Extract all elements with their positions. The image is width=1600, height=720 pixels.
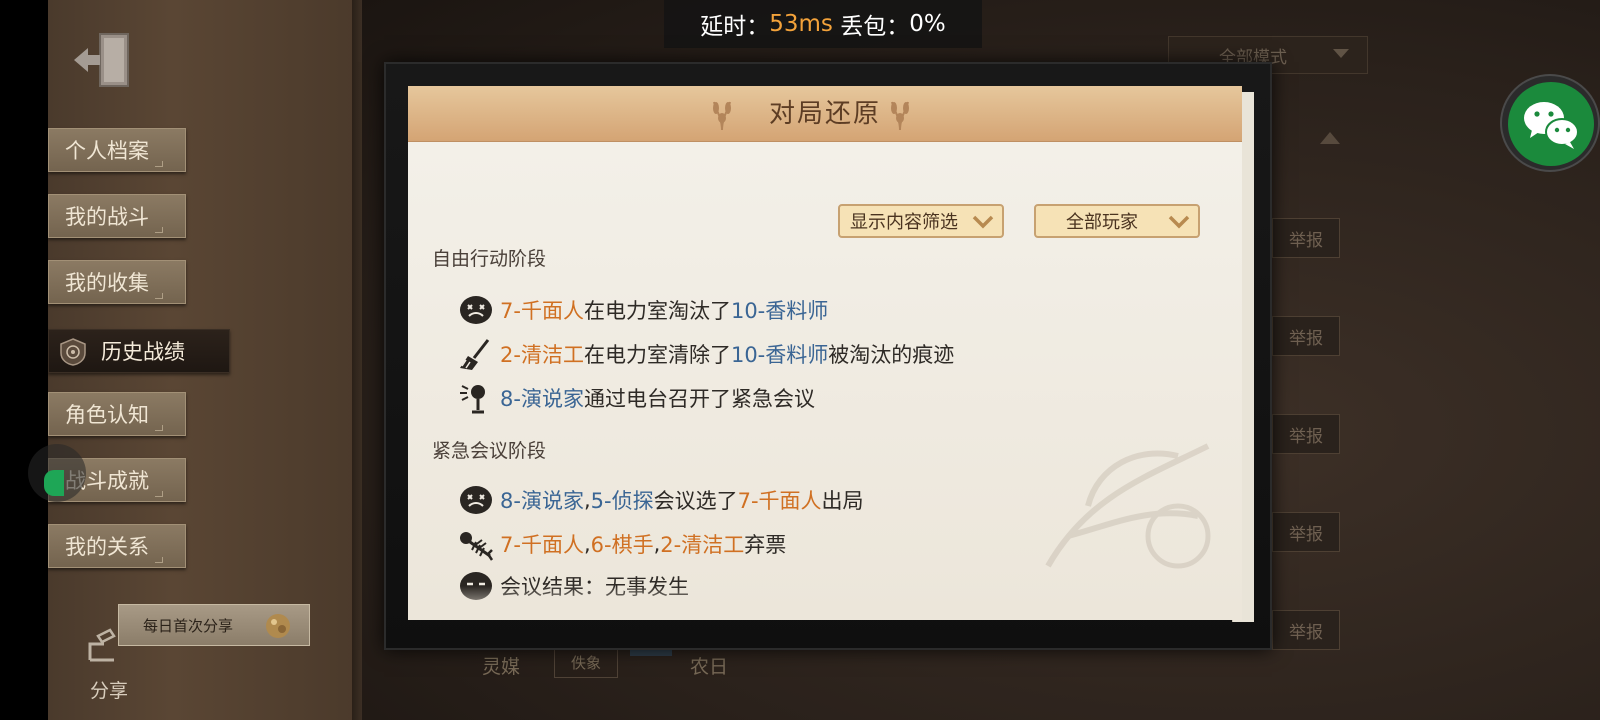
event-text: 出局 xyxy=(821,489,864,513)
wechat-button[interactable] xyxy=(1508,82,1594,166)
chevron-down-icon xyxy=(1333,49,1349,58)
player-name: 7-千面人 xyxy=(500,299,584,323)
daily-share-tag[interactable]: 每日首次分享 xyxy=(118,604,310,646)
corner-mark xyxy=(155,227,163,233)
player-name: 7-千面人 xyxy=(737,489,822,513)
share-icon[interactable] xyxy=(86,626,130,662)
wheat-ornament-icon xyxy=(891,101,909,131)
network-status: 延时： 53ms 丢包： 0% xyxy=(664,0,982,48)
event-text: 被淘汰的痕迹 xyxy=(828,343,955,367)
gift-icon xyxy=(266,614,290,638)
event-text: , xyxy=(583,532,591,556)
event-text: , xyxy=(583,488,591,512)
event-row: 8-演说家 , 5-侦探 会议选了 7-千面人 出局 xyxy=(458,482,864,518)
player-name: 5-侦探 xyxy=(590,489,654,513)
left-black-bar xyxy=(0,0,48,720)
sidebar-item-label: 我的收集 xyxy=(65,271,149,295)
sidebar-item-collection[interactable]: 我的收集 xyxy=(48,260,186,304)
sidebar-item-label: 个人档案 xyxy=(65,139,149,163)
record-row-bottom: 灵媒 佚象 120 农日 xyxy=(474,636,754,686)
corner-mark xyxy=(155,161,163,167)
game-screen: 全部模式 举报 举报 举报 举报 举报 灵媒 佚象 120 农日 个人档案 我的… xyxy=(0,0,1600,720)
sidebar-item-label: 角色认知 xyxy=(65,403,149,427)
event-row: 8-演说家 通过电台召开了紧急会议 xyxy=(458,380,815,416)
exit-door-icon[interactable] xyxy=(70,28,134,92)
match-replay-dialog: 对局还原 显示内容筛选 全部玩家 自由行动阶段 7-千面人 在电力室淘汰了 10… xyxy=(408,86,1242,620)
packet-loss-value: 0% xyxy=(909,11,946,37)
history-emblem-icon xyxy=(60,338,86,366)
report-button[interactable]: 举报 xyxy=(1272,610,1340,650)
latency-value: 53ms xyxy=(769,11,833,37)
report-button[interactable]: 举报 xyxy=(1272,316,1340,356)
player-name: 8-演说家 xyxy=(500,489,584,513)
sidebar-item-profile[interactable]: 个人档案 xyxy=(48,128,186,172)
player-name: 7-千面人 xyxy=(500,533,584,557)
event-text: 在电力室清除了 xyxy=(583,343,731,367)
record-text: 农日 xyxy=(690,656,729,678)
fish-bone-icon xyxy=(460,532,494,561)
floating-assistant-dot xyxy=(44,470,64,496)
event-row: 2-清洁工 在电力室清除了 10-香料师 被淘汰的痕迹 xyxy=(458,336,954,372)
eliminated-face-icon xyxy=(460,486,492,514)
scroll-up-icon[interactable] xyxy=(1320,132,1340,144)
broom-icon xyxy=(460,339,490,370)
sidebar-item-label: 我的战斗 xyxy=(65,205,149,229)
eliminated-face-icon xyxy=(460,296,492,324)
report-button[interactable]: 举报 xyxy=(1272,218,1340,258)
corner-mark xyxy=(155,425,163,431)
sidebar-item-label: 历史战绩 xyxy=(101,340,185,364)
chevron-down-icon xyxy=(1168,215,1190,229)
report-button[interactable]: 举报 xyxy=(1272,512,1340,552)
player-name: 2-清洁工 xyxy=(500,343,584,367)
player-filter-label: 全部玩家 xyxy=(1066,212,1138,233)
event-text: 会议选了 xyxy=(653,489,738,513)
event-row: 7-千面人 , 6-棋手 , 2-清洁工 弃票 xyxy=(458,526,786,562)
player-name: 10-香料师 xyxy=(730,299,829,323)
event-text: 通过电台召开了紧急会议 xyxy=(583,387,815,411)
sidebar-item-role-knowledge[interactable]: 角色认知 xyxy=(48,392,186,436)
event-text: 在电力室淘汰了 xyxy=(583,299,731,323)
event-text: , xyxy=(653,532,661,556)
chevron-down-icon xyxy=(972,215,994,229)
sidebar-item-relationships[interactable]: 我的关系 xyxy=(48,524,186,568)
player-name: 6-棋手 xyxy=(590,533,654,557)
latency-label: 延时： xyxy=(700,14,770,40)
report-button[interactable]: 举报 xyxy=(1272,414,1340,454)
record-tag: 佚象 xyxy=(554,648,618,678)
paper-watermark xyxy=(1045,443,1211,569)
packet-loss-label: 丢包： xyxy=(840,14,910,40)
player-filter-dropdown[interactable]: 全部玩家 xyxy=(1034,204,1200,238)
share-label: 分享 xyxy=(90,680,129,702)
daily-share-label: 每日首次分享 xyxy=(143,616,234,635)
corner-mark xyxy=(155,491,163,497)
phase-title-free-action: 自由行动阶段 xyxy=(432,248,547,270)
sidebar-item-history[interactable]: 历史战绩 xyxy=(48,329,230,373)
content-filter-label: 显示内容筛选 xyxy=(850,212,958,233)
scroll-fade xyxy=(408,586,1242,620)
player-name: 8-演说家 xyxy=(500,387,584,411)
sidebar-item-my-battles[interactable]: 我的战斗 xyxy=(48,194,186,238)
player-name: 10-香料师 xyxy=(730,343,829,367)
corner-mark xyxy=(155,557,163,563)
event-text: 弃票 xyxy=(744,533,787,557)
sidebar-item-label: 我的关系 xyxy=(65,535,149,559)
sidebar-edge xyxy=(352,0,362,720)
content-filter-dropdown[interactable]: 显示内容筛选 xyxy=(838,204,1004,238)
event-row: 7-千面人 在电力室淘汰了 10-香料师 xyxy=(458,292,828,328)
phase-title-emergency-meeting: 紧急会议阶段 xyxy=(432,440,547,462)
record-text: 灵媒 xyxy=(482,656,521,678)
player-name: 2-清洁工 xyxy=(660,533,745,557)
corner-mark xyxy=(155,293,163,299)
radio-microphone-icon xyxy=(460,385,485,414)
dialog-title: 对局还原 xyxy=(768,99,881,129)
wechat-icon xyxy=(1524,102,1579,149)
